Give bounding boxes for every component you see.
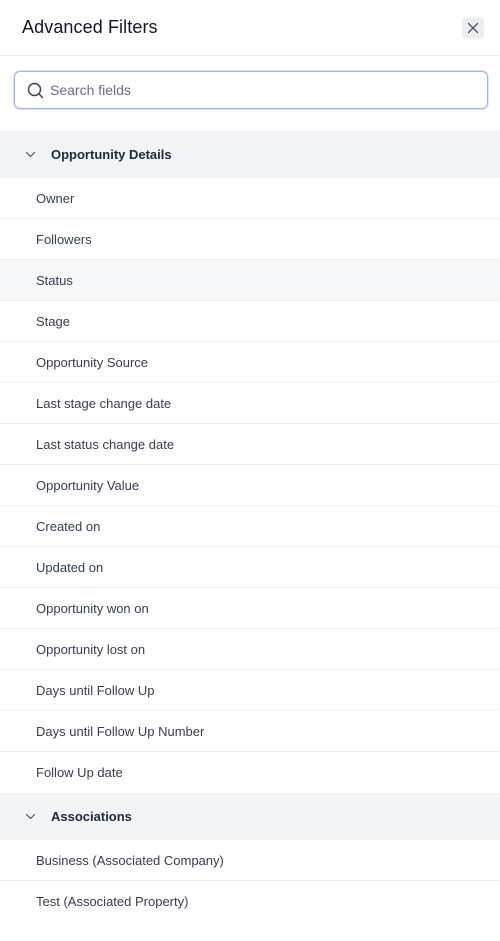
advanced-filters-panel: Advanced Filters Opportunity Details Owne… xyxy=(0,0,500,941)
field-item[interactable]: Opportunity Source xyxy=(0,342,500,383)
close-icon xyxy=(467,22,479,33)
field-item[interactable]: Opportunity won on xyxy=(0,588,500,629)
field-item[interactable]: Updated on xyxy=(0,547,500,588)
search-input[interactable] xyxy=(50,82,450,98)
search-field[interactable] xyxy=(14,71,488,109)
field-item[interactable]: Days until Follow Up xyxy=(0,670,500,711)
field-item[interactable]: Followers xyxy=(0,219,500,260)
search-icon xyxy=(27,82,44,98)
group-label: Opportunity Details xyxy=(51,147,172,162)
field-item[interactable]: Opportunity lost on xyxy=(0,629,500,670)
panel-title: Advanced Filters xyxy=(22,17,158,37)
group-header-1[interactable]: Associations xyxy=(0,793,500,840)
group-header-0[interactable]: Opportunity Details xyxy=(0,131,500,178)
field-item[interactable]: Business (Associated Company) xyxy=(0,840,500,881)
field-item[interactable]: Owner xyxy=(0,178,500,219)
field-item[interactable]: Stage xyxy=(0,301,500,342)
panel-header: Advanced Filters xyxy=(0,0,500,56)
field-item[interactable]: Created on xyxy=(0,506,500,547)
search-container xyxy=(0,56,500,131)
field-item[interactable]: Status xyxy=(0,260,500,301)
field-item[interactable]: Test (Associated Property) xyxy=(0,881,500,922)
field-item[interactable]: Opportunity Value xyxy=(0,465,500,506)
field-item[interactable]: Last stage change date xyxy=(0,383,500,424)
field-groups: Opportunity Details Owner Followers Status S… xyxy=(0,131,500,922)
field-item[interactable]: Follow Up date xyxy=(0,752,500,793)
chevron-down-icon xyxy=(25,811,37,823)
field-item[interactable]: Days until Follow Up Number xyxy=(0,711,500,752)
chevron-down-icon xyxy=(25,149,37,161)
close-button[interactable] xyxy=(462,16,484,39)
group-label: Associations xyxy=(51,809,132,824)
field-item[interactable]: Last status change date xyxy=(0,424,500,465)
